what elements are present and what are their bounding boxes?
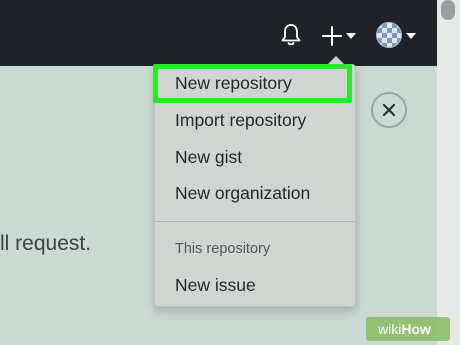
background-text: ll request. [0, 232, 92, 255]
caret-down-icon[interactable] [346, 33, 356, 39]
avatar[interactable] [376, 22, 402, 48]
dropdown-arrow [328, 56, 344, 64]
scrollbar-thumb[interactable] [441, 0, 455, 20]
watermark-part-1: wiki [378, 321, 402, 337]
menu-item-new-gist[interactable]: New gist [175, 146, 242, 168]
section-label-this-repository: This repository [175, 241, 271, 257]
plus-icon[interactable] [320, 24, 344, 48]
menu-item-import-repository[interactable]: Import repository [175, 109, 306, 131]
highlight-box [153, 64, 352, 103]
bell-icon[interactable] [279, 22, 303, 48]
watermark-part-2: How [401, 321, 431, 337]
caret-down-icon[interactable] [406, 33, 416, 39]
close-button[interactable] [371, 92, 407, 128]
scrollbar-track[interactable] [437, 0, 460, 345]
menu-item-new-organization[interactable]: New organization [175, 182, 310, 204]
close-icon [382, 103, 396, 117]
menu-divider [155, 221, 355, 222]
watermark-text: wikiHow [378, 320, 431, 338]
menu-item-new-issue[interactable]: New issue [175, 274, 256, 296]
